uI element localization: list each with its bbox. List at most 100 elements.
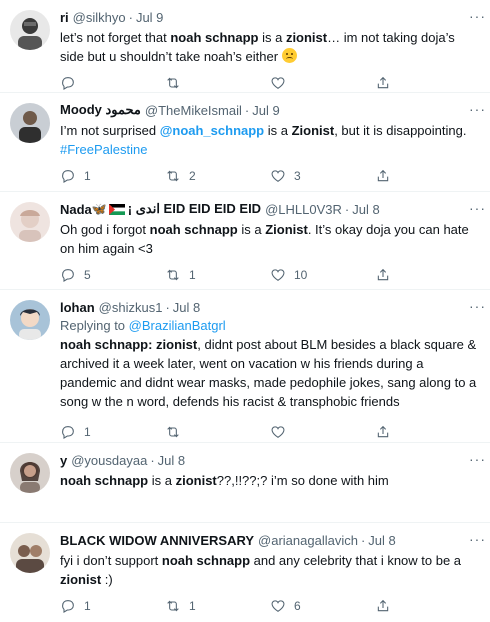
- avatar[interactable]: [10, 533, 50, 573]
- author-handle[interactable]: @TheMikeIsmail: [145, 103, 242, 118]
- author-name[interactable]: lohan: [60, 300, 95, 315]
- avatar[interactable]: [10, 202, 50, 242]
- retweet-button[interactable]: 1: [165, 598, 270, 614]
- timestamp[interactable]: Jul 9: [136, 10, 163, 25]
- share-icon: [377, 169, 389, 182]
- like-button[interactable]: 3: [270, 168, 375, 184]
- timestamp[interactable]: Jul 8: [158, 453, 185, 468]
- avatar[interactable]: [10, 453, 50, 493]
- text-segment: fyi i don’t support: [60, 553, 162, 568]
- author-name[interactable]: Nada: [60, 202, 92, 217]
- author-name[interactable]: y: [60, 453, 67, 468]
- tweet[interactable]: BLACK WIDOW ANNIVERSARY @arianagallavich…: [0, 523, 490, 622]
- retweet-icon: [167, 600, 179, 612]
- reply-count: 5: [84, 268, 91, 282]
- author-name[interactable]: Moody محمود: [60, 102, 141, 118]
- heart-icon: [271, 600, 285, 612]
- palestine-flag-icon: [108, 203, 125, 215]
- share-button[interactable]: [375, 598, 480, 614]
- hashtag-link[interactable]: #FreePalestine: [60, 142, 147, 157]
- retweet-count: 2: [189, 169, 196, 183]
- like-button[interactable]: [270, 75, 375, 91]
- share-button[interactable]: [375, 75, 480, 91]
- text-segment: let’s not forget that: [60, 30, 171, 45]
- author-handle[interactable]: @yousdayaa: [71, 453, 147, 468]
- text-segment: , but it is disappointing.: [334, 123, 467, 138]
- retweet-button[interactable]: [165, 75, 270, 91]
- text-segment: ??,!!??;? i’m so done with him: [216, 473, 389, 488]
- share-icon: [377, 268, 389, 281]
- replying-to-link[interactable]: @BrazilianBatgrl: [129, 318, 226, 333]
- reply-button[interactable]: 5: [60, 267, 165, 283]
- reply-count: 1: [84, 599, 91, 613]
- heart-icon: [271, 426, 285, 438]
- reply-button[interactable]: [60, 75, 165, 91]
- tweet[interactable]: Nada 🦋 ¡ اندى EID EID EID EID @LHLL0V3R …: [0, 192, 490, 290]
- separator-dot: ·: [128, 9, 133, 25]
- text-highlight: zionist: [285, 30, 328, 45]
- tweet-text: noah schnapp: zionist, didnt post about …: [60, 335, 480, 411]
- author-handle[interactable]: @silkhyo: [73, 10, 126, 25]
- mention-link[interactable]: @noah_schnapp: [160, 123, 264, 138]
- timestamp[interactable]: Jul 8: [352, 202, 379, 217]
- tweet[interactable]: ri @silkhyo · Jul 9 let’s not forget tha…: [0, 0, 490, 93]
- retweet-icon: [167, 426, 179, 438]
- like-button[interactable]: 10: [270, 267, 375, 283]
- text-highlight: zionist: [60, 572, 102, 587]
- text-segment: is a: [148, 473, 176, 488]
- timestamp[interactable]: Jul 8: [368, 533, 395, 548]
- retweet-button[interactable]: 2: [165, 168, 270, 184]
- reply-button[interactable]: 1: [60, 424, 165, 440]
- reply-icon: [62, 170, 74, 183]
- more-options-icon[interactable]: ···: [469, 451, 486, 467]
- share-button[interactable]: [375, 267, 480, 283]
- separator-dot: ·: [165, 299, 170, 315]
- separator-dot: ·: [150, 452, 155, 468]
- more-options-icon[interactable]: ···: [469, 200, 486, 216]
- like-count: 10: [294, 268, 308, 282]
- tweet[interactable]: Moody محمود @TheMikeIsmail · Jul 9 I’m n…: [0, 93, 490, 192]
- tweet[interactable]: y @yousdayaa · Jul 8 noah schnapp is a z…: [0, 443, 490, 523]
- author-handle[interactable]: @LHLL0V3R: [265, 202, 342, 217]
- reply-icon: [62, 77, 74, 90]
- retweet-count: 1: [189, 599, 196, 613]
- reply-button[interactable]: 1: [60, 168, 165, 184]
- more-options-icon[interactable]: ···: [469, 8, 486, 24]
- avatar[interactable]: [10, 10, 50, 50]
- reply-icon: [62, 600, 74, 613]
- text-segment: is a: [264, 123, 292, 138]
- author-handle[interactable]: @arianagallavich: [258, 533, 358, 548]
- more-options-icon[interactable]: ···: [469, 101, 486, 117]
- retweet-icon: [167, 269, 179, 281]
- share-button[interactable]: [375, 168, 480, 184]
- share-button[interactable]: [375, 424, 480, 440]
- author-name[interactable]: ri: [60, 10, 69, 25]
- tweet-actions: 5 1 10: [60, 258, 480, 292]
- like-button[interactable]: 6: [270, 598, 375, 614]
- timestamp[interactable]: Jul 8: [173, 300, 200, 315]
- retweet-button[interactable]: [165, 424, 270, 440]
- retweet-count: 1: [189, 268, 196, 282]
- reply-icon: [62, 269, 74, 282]
- like-button[interactable]: [270, 424, 375, 440]
- text-segment: is a: [237, 222, 266, 237]
- tweet-text: fyi i don’t support noah schnapp and any…: [60, 551, 480, 589]
- text-highlight: Zionist: [291, 123, 335, 138]
- text-highlight: Zionist: [265, 222, 308, 237]
- author-name[interactable]: BLACK WIDOW ANNIVERSARY: [60, 533, 254, 548]
- avatar[interactable]: [10, 103, 50, 143]
- more-options-icon[interactable]: ···: [469, 298, 486, 314]
- retweet-button[interactable]: 1: [165, 267, 270, 283]
- tweet-actions: 1 1 6: [60, 589, 480, 622]
- tweet[interactable]: lohan @shizkus1 · Jul 8 Replying to @Bra…: [0, 290, 490, 443]
- more-options-icon[interactable]: ···: [469, 531, 486, 547]
- separator-dot: ·: [244, 102, 250, 118]
- tweet-text: noah schnapp is a zionist??,!!??;? i’m s…: [60, 471, 480, 490]
- timestamp[interactable]: Jul 9: [252, 103, 279, 118]
- text-segment: Oh god i forgot: [60, 222, 150, 237]
- timeline: ri @silkhyo · Jul 9 let’s not forget tha…: [0, 0, 490, 622]
- avatar[interactable]: [10, 300, 50, 340]
- reply-button[interactable]: 1: [60, 598, 165, 614]
- author-name-suffix[interactable]: ¡ اندى EID EID EID EID: [128, 201, 261, 217]
- author-handle[interactable]: @shizkus1: [99, 300, 163, 315]
